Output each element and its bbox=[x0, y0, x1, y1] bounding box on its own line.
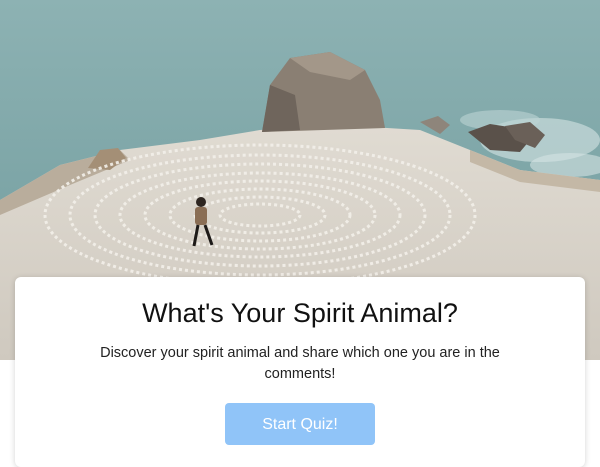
quiz-card: What's Your Spirit Animal? Discover your… bbox=[15, 277, 585, 467]
quiz-title: What's Your Spirit Animal? bbox=[142, 298, 458, 328]
start-quiz-button[interactable]: Start Quiz! bbox=[225, 403, 375, 445]
quiz-description: Discover your spirit animal and share wh… bbox=[100, 345, 500, 382]
